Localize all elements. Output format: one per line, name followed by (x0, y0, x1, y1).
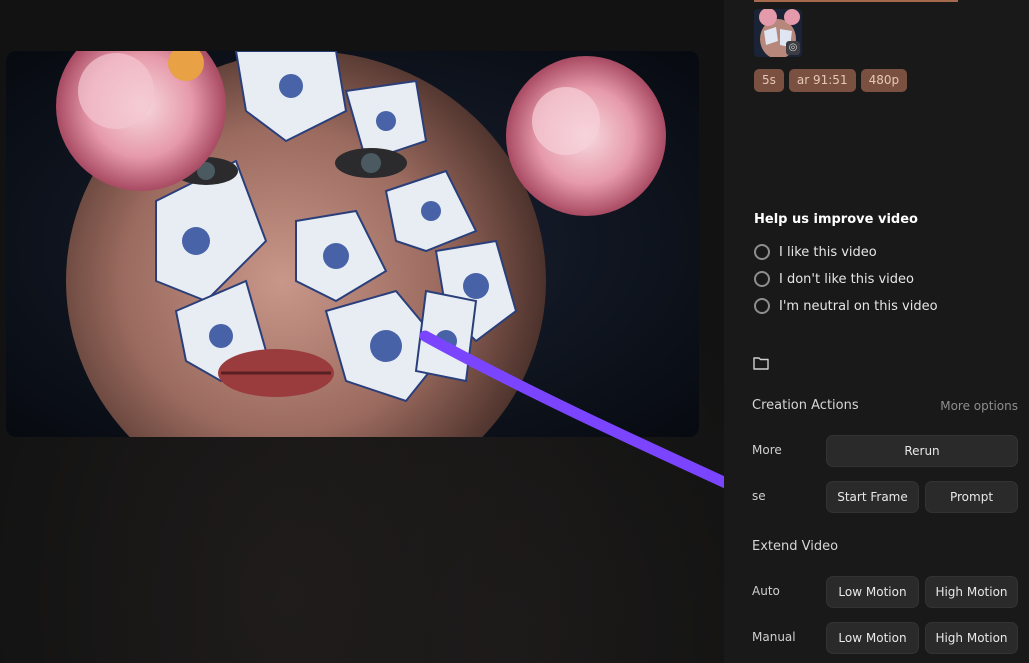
settings-icon[interactable]: ◎ (786, 41, 800, 55)
more-options-link[interactable]: More options (940, 399, 1018, 413)
resolution-tag[interactable]: 480p (860, 69, 908, 92)
extend-video-title: Extend Video (752, 539, 839, 554)
feedback-neutral-label: I'm neutral on this video (779, 298, 938, 314)
feedback-dislike-option[interactable]: I don't like this video (754, 271, 914, 287)
folder-icon[interactable] (753, 356, 769, 370)
feedback-like-label: I like this video (779, 244, 877, 260)
side-panel: ◎ 5s ar 91:51 480p Help us improve video… (724, 0, 1029, 663)
manual-row-label: Manual (752, 630, 796, 644)
auto-row-label: Auto (752, 584, 780, 598)
feedback-like-option[interactable]: I like this video (754, 244, 877, 260)
more-row-label: More (752, 443, 782, 457)
manual-high-motion-button[interactable]: High Motion (925, 622, 1018, 654)
rerun-button[interactable]: Rerun (826, 435, 1018, 467)
auto-low-motion-button[interactable]: Low Motion (826, 576, 919, 608)
feedback-neutral-option[interactable]: I'm neutral on this video (754, 298, 938, 314)
feedback-title: Help us improve video (754, 212, 918, 227)
start-frame-button[interactable]: Start Frame (826, 481, 919, 513)
use-row-label: se (752, 489, 766, 503)
media-area (0, 0, 892, 663)
prompt-button[interactable]: Prompt (925, 481, 1018, 513)
manual-low-motion-button[interactable]: Low Motion (826, 622, 919, 654)
radio-icon[interactable] (754, 298, 770, 314)
video-tags: 5s ar 91:51 480p (754, 69, 908, 92)
video-thumbnail[interactable]: ◎ (754, 9, 802, 57)
radio-icon[interactable] (754, 244, 770, 260)
video-preview[interactable] (6, 51, 699, 437)
progress-line (754, 0, 958, 2)
radio-icon[interactable] (754, 271, 770, 287)
creation-actions-title: Creation Actions (752, 398, 859, 413)
video-image (6, 51, 699, 437)
auto-high-motion-button[interactable]: High Motion (925, 576, 1018, 608)
feedback-dislike-label: I don't like this video (779, 271, 914, 287)
duration-tag[interactable]: 5s (754, 69, 784, 92)
aspect-ratio-tag[interactable]: ar 91:51 (788, 69, 856, 92)
